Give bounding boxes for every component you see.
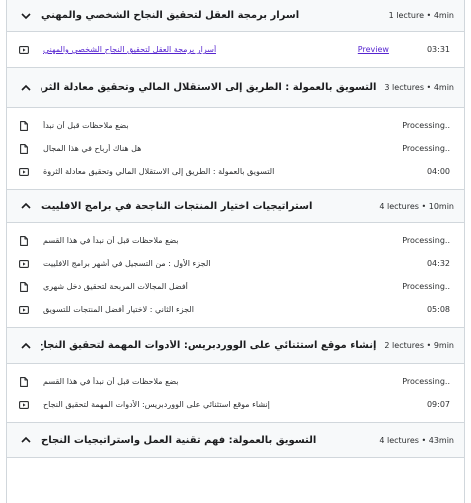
section-meta: 2 lectures • 9min	[384, 341, 454, 350]
lecture-title: التسويق بالعمولة : الطريق إلى الاستقلال …	[43, 167, 275, 176]
lecture-right: Processing..	[402, 144, 450, 153]
lecture-item[interactable]: بضع ملاحظات قبل أن نبدأ Processing..	[7, 114, 464, 137]
lecture-status: Processing..	[402, 121, 450, 130]
section-header-left: استراتيجيات اختيار المنتجات الناجحة في ب…	[19, 199, 312, 213]
section-header[interactable]: أسرار برمجة العقل لتحقيق النجاح الشخصي و…	[7, 0, 464, 32]
lecture-left: أسرار برمجة العقل لتحقيق النجاح الشخصي و…	[19, 45, 216, 55]
lecture-title: بضع ملاحظات قبل أن نبدأ في هذا القسم	[43, 377, 179, 386]
lecture-left: بضع ملاحظات قبل أن نبدأ	[19, 120, 129, 131]
preview-link[interactable]: Preview	[358, 45, 389, 54]
lecture-item[interactable]: التسويق بالعمولة : الطريق إلى الاستقلال …	[7, 160, 464, 183]
section-meta: 4 lectures • 43min	[379, 435, 454, 445]
lecture-item[interactable]: بضع ملاحظات قبل أن نبدأ في هذا القسم Proc…	[7, 370, 464, 393]
lecture-item[interactable]: بضع ملاحظات قبل أن نبدأ في هذا القسم Proc…	[7, 229, 464, 252]
lecture-title: أفضل المجالات المربحة لتحقيق دخل شهري	[43, 282, 188, 291]
lecture-status: 03:31	[426, 45, 450, 54]
document-icon	[20, 376, 28, 387]
lecture-left: بضع ملاحظات قبل أن نبدأ في هذا القسم	[19, 235, 179, 246]
lecture-status: 05:08	[426, 305, 450, 314]
lecture-status: Processing..	[402, 282, 450, 291]
lecture-title: الجزء الثاني : لاختيار أفضل المنتجات للت…	[43, 305, 194, 314]
lecture-right: 04:00	[427, 167, 450, 176]
section-header-left: التسويق بالعمولة: فهم تقنية العمل واسترا…	[19, 433, 316, 447]
lecture-status: Processing..	[402, 236, 450, 245]
lecture-list: بضع ملاحظات قبل أن نبدأ في هذا القسم Proc…	[7, 364, 464, 423]
lecture-status: Processing..	[402, 377, 450, 386]
section-meta: 3 lectures • 4min	[384, 83, 454, 92]
chevron-down-icon	[21, 12, 31, 19]
lecture-left: الجزء الثاني : لاختيار أفضل المنتجات للت…	[19, 305, 194, 315]
document-icon	[20, 143, 28, 154]
section-header[interactable]: إنشاء موقع استثنائي على الووردبريس: الأد…	[7, 328, 464, 364]
section-title: التسويق بالعمولة : الطريق إلى الاستقلال …	[41, 82, 377, 93]
section-title: التسويق بالعمولة: فهم تقنية العمل واسترا…	[41, 434, 317, 446]
lecture-left: أفضل المجالات المربحة لتحقيق دخل شهري	[19, 281, 188, 292]
section-title: إنشاء موقع استثنائي على الووردبريس: الأد…	[41, 340, 377, 351]
lecture-right: Processing..	[402, 236, 450, 245]
document-icon	[20, 235, 28, 246]
lecture-right: Processing..	[402, 282, 450, 291]
lecture-list: أسرار برمجة العقل لتحقيق النجاح الشخصي و…	[7, 32, 464, 68]
lecture-left: هل هناك أرباح في هذا المجال	[19, 143, 142, 154]
chevron-up-icon	[21, 84, 31, 91]
chevron-up-icon	[21, 342, 31, 349]
section-header-left: أسرار برمجة العقل لتحقيق النجاح الشخصي و…	[19, 9, 299, 23]
chevron-up-icon	[21, 202, 31, 209]
curriculum-panel: أسرار برمجة العقل لتحقيق النجاح الشخصي و…	[6, 0, 465, 503]
lecture-title: بضع ملاحظات قبل أن نبدأ في هذا القسم	[43, 236, 179, 245]
lecture-item[interactable]: الجزء الثاني : لاختيار أفضل المنتجات للت…	[7, 298, 464, 321]
lecture-left: إنشاء موقع استثنائي على الووردبريس: الأد…	[19, 400, 270, 410]
lecture-list: بضع ملاحظات قبل أن نبدأ Processing.. هل هن…	[7, 108, 464, 190]
section-header[interactable]: التسويق بالعمولة: فهم تقنية العمل واسترا…	[7, 423, 464, 458]
lecture-title: الجزء الأول : من التسجيل في أشهر برامج ا…	[43, 259, 211, 268]
lecture-status: 04:00	[426, 167, 450, 176]
video-icon	[19, 305, 29, 314]
lecture-title[interactable]: أسرار برمجة العقل لتحقيق النجاح الشخصي و…	[43, 45, 216, 54]
lecture-item[interactable]: أسرار برمجة العقل لتحقيق النجاح الشخصي و…	[7, 38, 464, 61]
section-header[interactable]: التسويق بالعمولة : الطريق إلى الاستقلال …	[7, 68, 464, 108]
section-meta: 4 lectures • 10min	[379, 201, 454, 211]
lecture-right: Processing..	[402, 121, 450, 130]
lecture-left: بضع ملاحظات قبل أن نبدأ في هذا القسم	[19, 376, 179, 387]
section-title: استراتيجيات اختيار المنتجات الناجحة في ب…	[41, 200, 313, 212]
lecture-right: Processing..	[402, 377, 450, 386]
lecture-right: 05:08	[427, 305, 450, 314]
lecture-list: بضع ملاحظات قبل أن نبدأ في هذا القسم Proc…	[7, 223, 464, 328]
lecture-title: هل هناك أرباح في هذا المجال	[43, 144, 142, 153]
section-meta: 1 lecture • 4min	[388, 11, 454, 20]
lecture-left: الجزء الأول : من التسجيل في أشهر برامج ا…	[19, 259, 211, 269]
lecture-right: Preview 03:31	[358, 45, 450, 54]
section-header[interactable]: استراتيجيات اختيار المنتجات الناجحة في ب…	[7, 190, 464, 223]
document-icon	[20, 281, 28, 292]
lecture-right: 04:32	[427, 259, 450, 268]
lecture-item[interactable]: إنشاء موقع استثنائي على الووردبريس: الأد…	[7, 393, 464, 416]
lecture-title: إنشاء موقع استثنائي على الووردبريس: الأد…	[43, 400, 270, 409]
video-icon	[19, 400, 29, 409]
lecture-item[interactable]: هل هناك أرباح في هذا المجال Processing..	[7, 137, 464, 160]
chevron-up-icon	[21, 436, 31, 443]
video-icon	[19, 167, 29, 176]
section-header-left: إنشاء موقع استثنائي على الووردبريس: الأد…	[19, 339, 376, 353]
lecture-status: 09:07	[426, 400, 450, 409]
lecture-left: التسويق بالعمولة : الطريق إلى الاستقلال …	[19, 167, 274, 177]
lecture-title: بضع ملاحظات قبل أن نبدأ	[43, 121, 129, 130]
section-header-left: التسويق بالعمولة : الطريق إلى الاستقلال …	[19, 81, 376, 95]
video-icon	[19, 45, 29, 54]
lecture-right: 09:07	[427, 400, 450, 409]
document-icon	[20, 120, 28, 131]
lecture-status: 04:32	[426, 259, 450, 268]
lecture-status: Processing..	[402, 144, 450, 153]
lecture-item[interactable]: الجزء الأول : من التسجيل في أشهر برامج ا…	[7, 252, 464, 275]
section-title: أسرار برمجة العقل لتحقيق النجاح الشخصي و…	[41, 10, 300, 21]
video-icon	[19, 259, 29, 268]
lecture-item[interactable]: أفضل المجالات المربحة لتحقيق دخل شهري Pro…	[7, 275, 464, 298]
